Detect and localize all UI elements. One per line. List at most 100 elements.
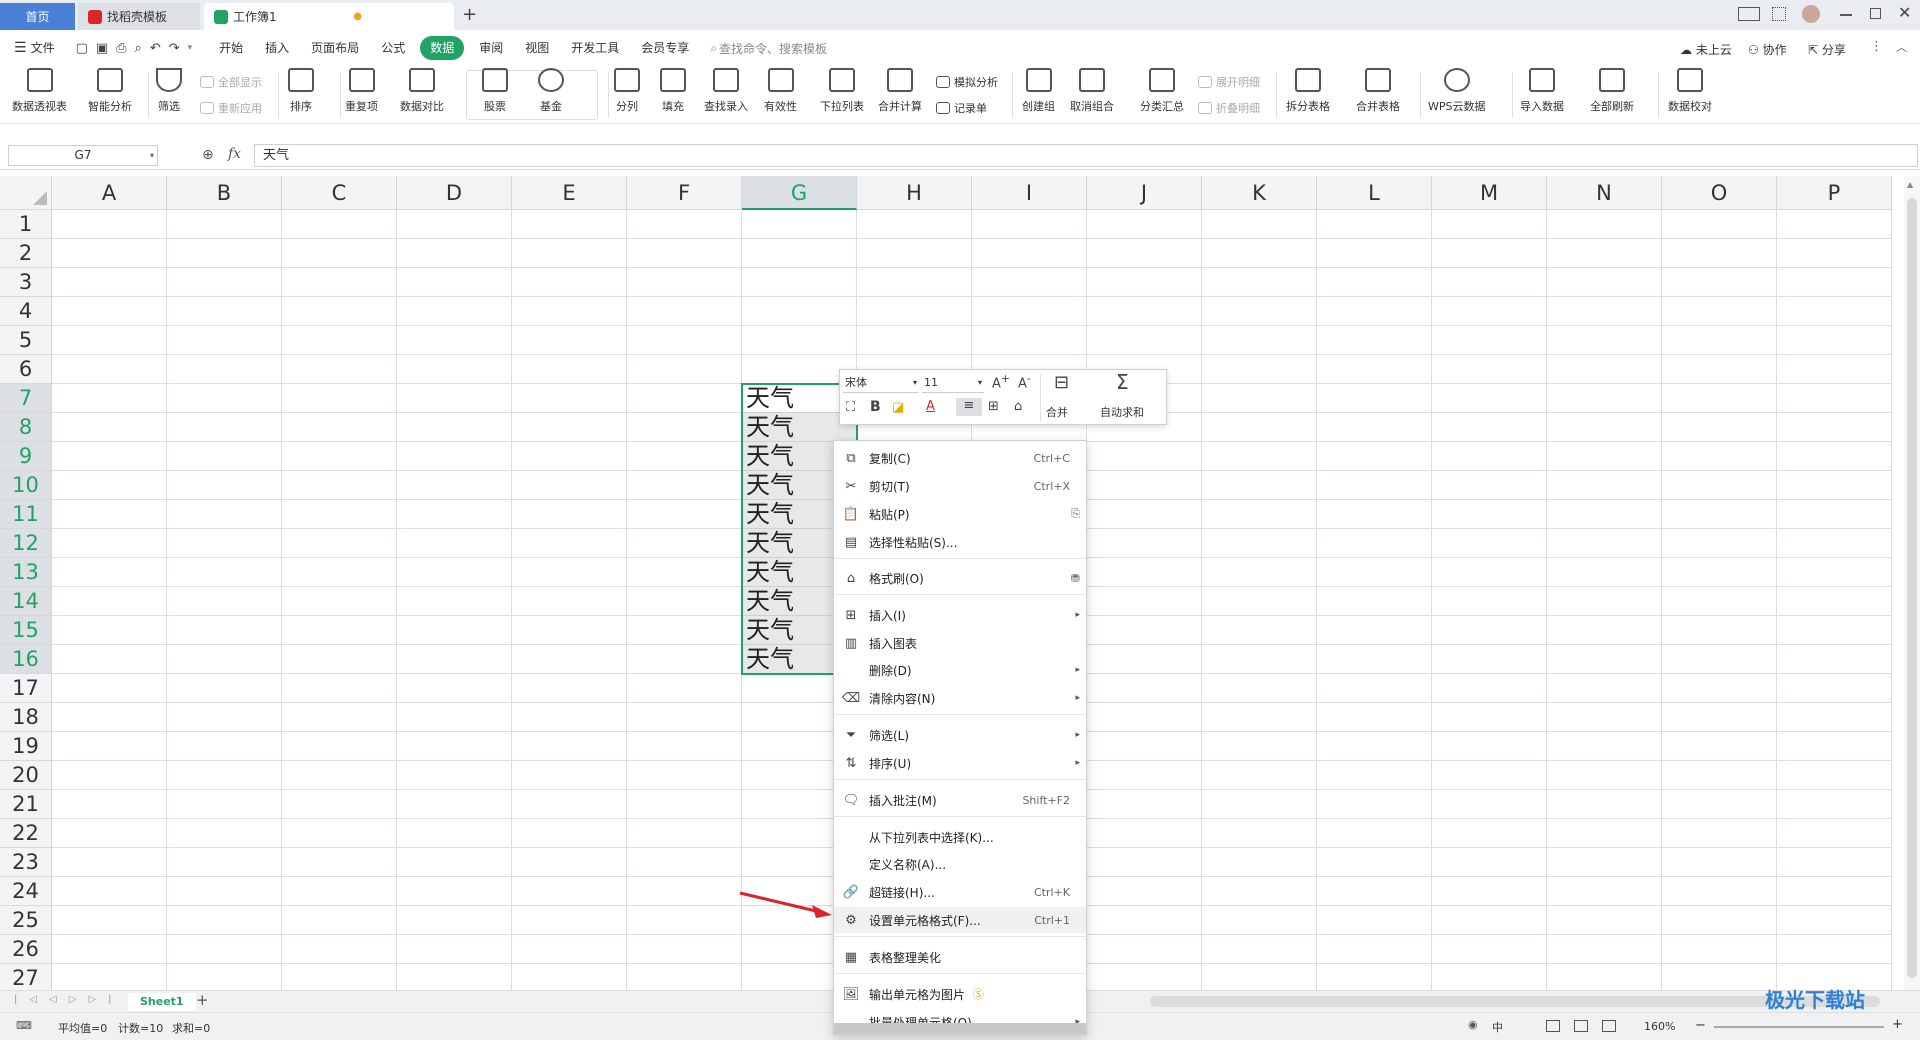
cell[interactable] <box>1432 587 1547 616</box>
cell[interactable] <box>512 500 627 529</box>
menu-define-name[interactable]: 定义名称(A)... <box>834 851 1086 877</box>
row-header-21[interactable]: 21 <box>0 790 52 819</box>
cell[interactable] <box>627 906 742 935</box>
row-header-16[interactable]: 16 <box>0 645 52 674</box>
row-header-5[interactable]: 5 <box>0 326 52 355</box>
menu-hyperlink[interactable]: 🔗 超链接(H)... Ctrl+K <box>834 879 1086 905</box>
menu-paste-special[interactable]: ▤ 选择性粘贴(S)... <box>834 529 1086 555</box>
cell[interactable] <box>1432 732 1547 761</box>
cell[interactable] <box>1662 674 1777 703</box>
cell[interactable] <box>1432 558 1547 587</box>
row-header-8[interactable]: 8 <box>0 413 52 442</box>
column-header-m[interactable]: M <box>1432 176 1547 210</box>
cell[interactable] <box>1777 500 1892 529</box>
column-header-f[interactable]: F <box>627 176 742 210</box>
cell[interactable] <box>627 935 742 964</box>
cell[interactable] <box>1087 819 1202 848</box>
cell[interactable] <box>512 529 627 558</box>
cell[interactable] <box>1432 384 1547 413</box>
cell[interactable] <box>1662 413 1777 442</box>
cell[interactable] <box>397 471 512 500</box>
cell[interactable] <box>282 703 397 732</box>
cell[interactable] <box>512 413 627 442</box>
cell[interactable] <box>1777 645 1892 674</box>
cell[interactable] <box>397 616 512 645</box>
cell[interactable] <box>1317 413 1432 442</box>
cell[interactable] <box>1087 210 1202 239</box>
cell[interactable] <box>52 674 167 703</box>
cell[interactable] <box>167 848 282 877</box>
autosum-label[interactable]: 自动求和 <box>1100 404 1144 420</box>
cell[interactable] <box>1317 964 1432 990</box>
column-header-j[interactable]: J <box>1087 176 1202 210</box>
row-header-4[interactable]: 4 <box>0 297 52 326</box>
menu-clear[interactable]: ⌫ 清除内容(N) ▸ <box>834 685 1086 711</box>
cell[interactable] <box>1777 239 1892 268</box>
cell[interactable] <box>397 674 512 703</box>
column-header-h[interactable]: H <box>857 176 972 210</box>
text-wrap-icon[interactable]: ⛶ <box>846 400 855 415</box>
cell[interactable] <box>167 413 282 442</box>
cell[interactable] <box>1777 471 1892 500</box>
cell[interactable] <box>627 819 742 848</box>
cell[interactable] <box>627 471 742 500</box>
cell[interactable] <box>1432 935 1547 964</box>
split-table-button[interactable]: 拆分表格 <box>1286 68 1330 114</box>
cell[interactable] <box>1202 964 1317 990</box>
cell[interactable] <box>627 645 742 674</box>
column-header-n[interactable]: N <box>1547 176 1662 210</box>
cell[interactable] <box>1202 297 1317 326</box>
cell[interactable] <box>1777 268 1892 297</box>
menu-insert-chart[interactable]: ▥ 插入图表 <box>834 630 1086 656</box>
cell[interactable] <box>742 210 857 239</box>
cell[interactable] <box>1317 558 1432 587</box>
cell[interactable] <box>1432 848 1547 877</box>
row-header-17[interactable]: 17 <box>0 674 52 703</box>
cell[interactable] <box>627 355 742 384</box>
tab-home[interactable]: 首页 <box>0 3 75 30</box>
cell[interactable] <box>512 297 627 326</box>
cell[interactable] <box>52 558 167 587</box>
cell[interactable] <box>1317 326 1432 355</box>
cell[interactable] <box>512 674 627 703</box>
cell[interactable] <box>1202 935 1317 964</box>
cell[interactable] <box>52 471 167 500</box>
cell[interactable] <box>1317 210 1432 239</box>
column-header-c[interactable]: C <box>282 176 397 210</box>
cell[interactable] <box>1547 703 1662 732</box>
cell[interactable] <box>167 297 282 326</box>
layout-icon[interactable] <box>1738 7 1760 21</box>
cell[interactable] <box>627 268 742 297</box>
cell[interactable] <box>1202 616 1317 645</box>
cell[interactable] <box>1432 964 1547 990</box>
cell[interactable] <box>1087 703 1202 732</box>
stock-button[interactable]: 股票 <box>482 68 508 114</box>
fund-button[interactable]: 基金 <box>538 68 564 114</box>
cell[interactable] <box>1547 558 1662 587</box>
subtotal-button[interactable]: 分类汇总 <box>1140 68 1184 114</box>
row-header-11[interactable]: 11 <box>0 500 52 529</box>
cell[interactable] <box>1432 790 1547 819</box>
font-size-select[interactable]: 11 ▾ <box>922 373 984 393</box>
cell[interactable] <box>1087 732 1202 761</box>
row-header-14[interactable]: 14 <box>0 587 52 616</box>
cell[interactable] <box>52 239 167 268</box>
cell[interactable] <box>397 935 512 964</box>
cell[interactable] <box>397 297 512 326</box>
cell[interactable] <box>52 500 167 529</box>
cell[interactable] <box>1662 471 1777 500</box>
zoom-out-button[interactable]: − <box>1695 1018 1706 1033</box>
cell[interactable] <box>1087 297 1202 326</box>
cell[interactable] <box>1202 355 1317 384</box>
zoom-level[interactable]: 160% <box>1644 1020 1675 1033</box>
cell[interactable] <box>1777 906 1892 935</box>
cell[interactable] <box>1547 500 1662 529</box>
cell[interactable] <box>397 355 512 384</box>
more-icon[interactable]: ⋮ <box>1870 39 1883 54</box>
cell[interactable] <box>52 703 167 732</box>
cell[interactable] <box>1777 210 1892 239</box>
cell[interactable] <box>1087 471 1202 500</box>
tab-template[interactable]: 找稻壳模板 <box>78 3 200 30</box>
expand-detail-button[interactable]: 展开明细 <box>1198 74 1260 90</box>
cell[interactable] <box>1202 558 1317 587</box>
